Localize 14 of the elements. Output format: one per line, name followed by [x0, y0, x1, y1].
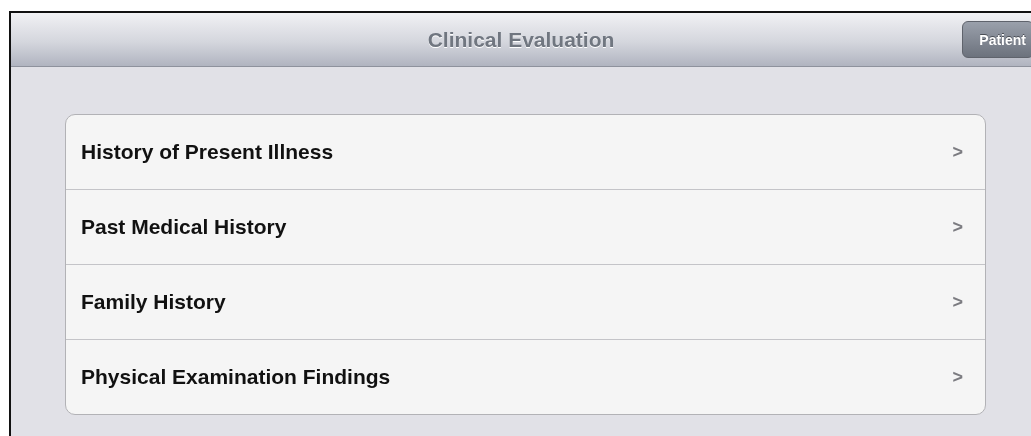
window-title: Clinical Evaluation [427, 27, 615, 52]
menu-item-label: Past Medical History [81, 215, 287, 239]
menu-item-label: Family History [81, 290, 226, 314]
chevron-icon: > [952, 141, 963, 163]
menu-item[interactable]: Past Medical History > [66, 189, 985, 264]
menu-item[interactable]: Physical Examination Findings > [66, 339, 985, 414]
menu-item-label: Physical Examination Findings [81, 365, 391, 389]
chevron-icon: > [952, 291, 963, 313]
menu-item[interactable]: History of Present Illness > [66, 115, 985, 189]
menu-item-label: History of Present Illness [81, 140, 334, 164]
chevron-icon: > [952, 366, 963, 388]
menu-item[interactable]: Family History > [66, 264, 985, 339]
chevron-icon: > [952, 216, 963, 238]
patient-button[interactable]: Patient [962, 21, 1031, 58]
